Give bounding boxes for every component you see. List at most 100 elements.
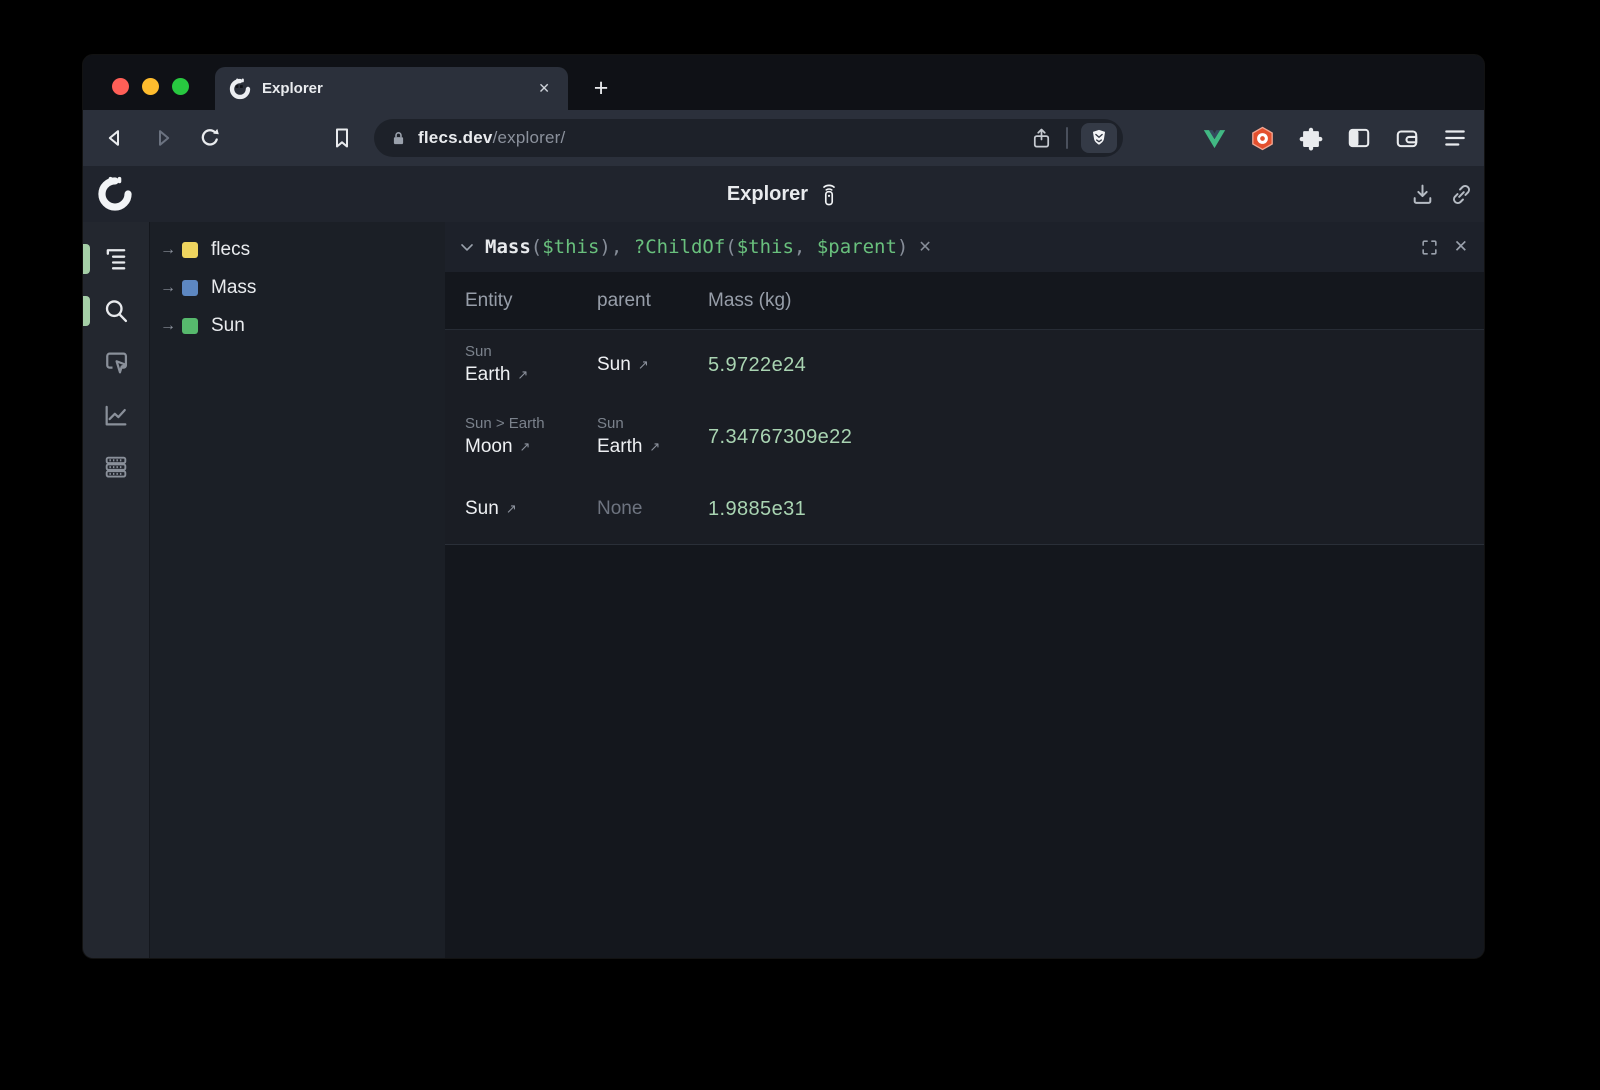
query-token: ),: [599, 236, 633, 258]
browser-tab-explorer[interactable]: Explorer ✕: [215, 67, 568, 110]
browser-window: Explorer ✕ + fle: [83, 55, 1484, 958]
parent-none-value: None: [597, 498, 708, 520]
tree-item-label[interactable]: Mass: [211, 277, 256, 299]
query-clear-icon[interactable]: ✕: [918, 237, 931, 257]
query-panel-active-indicator: [83, 296, 90, 326]
remote-connection-icon[interactable]: [818, 181, 840, 207]
extensions-puzzle-icon[interactable]: [1297, 125, 1324, 152]
memory-icon[interactable]: [101, 452, 131, 482]
extensions-cluster: [1201, 125, 1468, 152]
table-body: Sun Earth ↗ Sun ↗ 5.9722e24: [445, 330, 1484, 545]
open-entity-icon[interactable]: ↗: [638, 352, 649, 378]
bookmark-icon[interactable]: [330, 126, 354, 150]
entity-color-swatch: [182, 280, 198, 296]
tab-title: Explorer: [262, 80, 534, 97]
entity-path: Sun > Earth: [465, 414, 597, 434]
menu-icon[interactable]: [1441, 125, 1468, 152]
entity-cell: Sun Earth ↗: [465, 334, 597, 396]
mass-value: 5.9722e24: [708, 354, 1484, 377]
content-area: → flecs → Mass → Sun: [83, 222, 1484, 958]
browser-toolbar: flecs.dev/explorer/: [83, 110, 1484, 166]
parent-cell: Sun ↗: [597, 344, 708, 386]
page-title: Explorer: [727, 183, 808, 206]
new-tab-button[interactable]: +: [586, 73, 616, 103]
expand-icon[interactable]: →: [160, 241, 182, 259]
wallet-icon[interactable]: [1393, 125, 1420, 152]
inspector-icon[interactable]: [101, 348, 131, 378]
maximize-window-button[interactable]: [172, 78, 189, 95]
brave-shield-icon[interactable]: [1081, 123, 1117, 153]
tree-item-label[interactable]: flecs: [211, 239, 250, 261]
toolbar-separator: [1066, 127, 1068, 149]
entity-tree-panel: → flecs → Mass → Sun: [150, 222, 445, 958]
reload-button[interactable]: [198, 126, 222, 150]
url-domain: flecs.dev: [418, 128, 493, 147]
entity-link[interactable]: Earth ↗: [465, 362, 597, 388]
column-header-entity: Entity: [465, 290, 597, 312]
column-header-mass: Mass (kg): [708, 290, 1484, 312]
entity-link[interactable]: Earth ↗: [597, 434, 708, 460]
entity-cell: Sun > Earth Moon ↗: [465, 406, 597, 468]
app-title-area: Explorer: [83, 181, 1484, 207]
table-row: Sun > Earth Moon ↗ Sun Earth ↗ 7.3476: [445, 400, 1484, 474]
query-token: (: [531, 236, 542, 258]
tree-item-label[interactable]: Sun: [211, 315, 245, 337]
entity-link[interactable]: Sun ↗: [465, 496, 597, 522]
query-token: ): [897, 236, 908, 258]
open-entity-icon[interactable]: ↗: [517, 362, 528, 388]
open-entity-icon[interactable]: ↗: [649, 434, 660, 460]
lock-icon: [390, 130, 407, 147]
query-input[interactable]: Mass($this), ?ChildOf($this, $parent): [485, 236, 908, 258]
tab-strip: Explorer ✕ +: [83, 55, 1484, 110]
url-path: /explorer/: [493, 128, 566, 147]
hexagon-extension-icon[interactable]: [1249, 125, 1276, 152]
expand-icon[interactable]: →: [160, 279, 182, 297]
back-button[interactable]: [103, 126, 127, 150]
table-row: Sun ↗ None 1.9885e31: [445, 474, 1484, 544]
entity-link[interactable]: Moon ↗: [465, 434, 597, 460]
mass-value: 7.34767309e22: [708, 426, 1484, 449]
tree-item-sun[interactable]: → Sun: [150, 307, 445, 345]
vue-devtools-icon[interactable]: [1201, 125, 1228, 152]
entity-color-swatch: [182, 242, 198, 258]
url-bar[interactable]: flecs.dev/explorer/: [374, 119, 1123, 157]
query-token: Mass: [485, 236, 531, 258]
forward-button[interactable]: [151, 126, 175, 150]
mass-value: 1.9885e31: [708, 498, 1484, 521]
query-panel: Mass($this), ?ChildOf($this, $parent) ✕ …: [445, 222, 1484, 958]
open-entity-icon[interactable]: ↗: [520, 434, 531, 460]
query-token: ?ChildOf: [634, 236, 726, 258]
query-bar: Mass($this), ?ChildOf($this, $parent) ✕ …: [445, 222, 1484, 272]
query-token: $parent: [817, 236, 897, 258]
parent-cell: Sun Earth ↗: [597, 406, 708, 468]
stats-chart-icon[interactable]: [101, 400, 131, 430]
minimize-window-button[interactable]: [142, 78, 159, 95]
tree-view-icon[interactable]: [101, 244, 131, 274]
query-token: $this: [737, 236, 794, 258]
close-window-button[interactable]: [112, 78, 129, 95]
entity-path: Sun: [597, 414, 708, 434]
table-header: Entity parent Mass (kg): [445, 272, 1484, 330]
open-entity-icon[interactable]: ↗: [506, 496, 517, 522]
share-icon[interactable]: [1030, 127, 1053, 150]
entity-path: Sun: [465, 342, 597, 362]
entity-color-swatch: [182, 318, 198, 334]
tree-item-mass[interactable]: → Mass: [150, 269, 445, 307]
flecs-favicon-icon: [229, 78, 251, 100]
app-header: Explorer: [83, 166, 1484, 222]
url-text: flecs.dev/explorer/: [418, 128, 565, 148]
search-icon[interactable]: [101, 296, 131, 326]
tab-close-icon[interactable]: ✕: [534, 78, 554, 99]
icon-sidebar: [83, 222, 150, 958]
sidebar-toggle-icon[interactable]: [1345, 125, 1372, 152]
tree-panel-active-indicator: [83, 244, 90, 274]
entity-link[interactable]: Sun ↗: [597, 352, 708, 378]
fullscreen-icon[interactable]: [1420, 238, 1439, 257]
tree-item-flecs[interactable]: → flecs: [150, 231, 445, 269]
query-token: $this: [542, 236, 599, 258]
query-token: ,: [794, 236, 817, 258]
traffic-lights: [112, 78, 189, 95]
expand-icon[interactable]: →: [160, 317, 182, 335]
panel-close-icon[interactable]: ✕: [1454, 237, 1468, 257]
chevron-down-icon[interactable]: [457, 237, 477, 257]
